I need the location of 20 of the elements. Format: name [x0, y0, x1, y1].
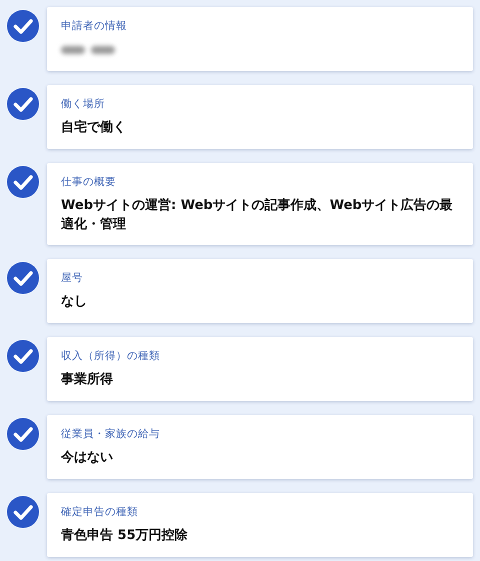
- step-label: 確定申告の種類: [61, 505, 139, 520]
- step-card[interactable]: 収入（所得）の種類 事業所得: [47, 337, 473, 401]
- step-card[interactable]: 仕事の概要 Webサイトの運営: Webサイトの記事作成、Webサイト広告の最適化・管理: [47, 163, 473, 245]
- step-card[interactable]: 従業員・家族の給与 今はない: [47, 415, 473, 479]
- step-value: なし: [61, 293, 88, 311]
- step-card[interactable]: 申請者の情報: [47, 7, 473, 71]
- step-label: 屋号: [61, 271, 84, 286]
- step-value: 青色申告 55万円控除: [61, 526, 189, 545]
- step-label: 従業員・家族の給与: [61, 427, 161, 442]
- step-value: 自宅で働く: [61, 118, 127, 137]
- step-value: Webサイトの運営: Webサイトの記事作成、Webサイト広告の最適化・管理: [61, 196, 454, 234]
- step-card[interactable]: 働く場所 自宅で働く: [47, 85, 473, 149]
- step-label: 収入（所得）の種類: [61, 349, 161, 364]
- step-value: 今はない: [61, 449, 114, 467]
- step-label: 働く場所: [61, 97, 106, 112]
- step-label: 申請者の情報: [61, 19, 128, 34]
- step-value: 事業所得: [61, 371, 114, 389]
- step-card[interactable]: 確定申告の種類 青色申告 55万円控除: [47, 493, 473, 557]
- step-label: 仕事の概要: [61, 175, 117, 190]
- step-card[interactable]: 屋号 なし: [47, 259, 473, 323]
